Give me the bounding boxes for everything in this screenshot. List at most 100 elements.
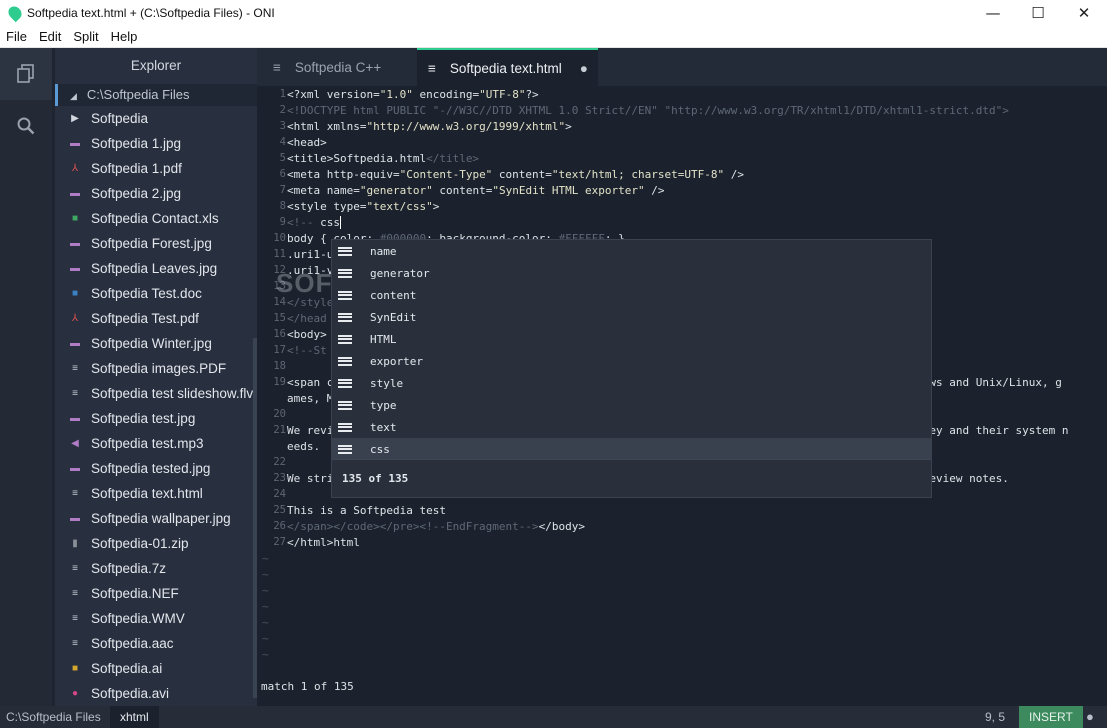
file-item[interactable]: ▬ Softpedia wallpaper.jpg bbox=[55, 506, 257, 531]
text-kind-icon bbox=[338, 378, 352, 388]
file-item[interactable]: ≡ Softpedia.WMV bbox=[55, 606, 257, 631]
completion-item[interactable]: css bbox=[332, 438, 931, 460]
illustrator-file-icon: ■ bbox=[71, 663, 79, 674]
activity-bar bbox=[0, 48, 52, 706]
title-bar: Softpedia text.html + (C:\Softpedia File… bbox=[0, 0, 1107, 26]
maximize-button[interactable]: ☐ bbox=[1015, 0, 1061, 26]
file-item[interactable]: ≡ Softpedia images.PDF bbox=[55, 356, 257, 381]
completion-item[interactable]: generator bbox=[332, 262, 931, 284]
completion-item[interactable]: exporter bbox=[332, 350, 931, 372]
text-file-icon: ≡ bbox=[72, 613, 78, 624]
code-line[interactable]: <head> bbox=[287, 136, 327, 149]
file-item[interactable]: ▬ Softpedia Leaves.jpg bbox=[55, 256, 257, 281]
status-cursor-position: 9, 5 bbox=[985, 710, 1006, 724]
text-kind-icon bbox=[338, 356, 352, 366]
file-item[interactable]: ⅄ Softpedia Test.pdf bbox=[55, 306, 257, 331]
file-item-label: Softpedia.WMV bbox=[91, 611, 185, 626]
text-file-icon: ≡ bbox=[72, 638, 78, 649]
line-number: 8 bbox=[279, 200, 286, 212]
line-number: 17 bbox=[273, 344, 286, 356]
code-line[interactable]: </head bbox=[287, 312, 327, 325]
file-item[interactable]: ◀ Softpedia test.mp3 bbox=[55, 431, 257, 456]
completion-item[interactable]: content bbox=[332, 284, 931, 306]
text-kind-icon bbox=[338, 334, 352, 344]
code-line[interactable]: <body> bbox=[287, 328, 327, 341]
file-item[interactable]: ≡ Softpedia.NEF bbox=[55, 581, 257, 606]
file-item[interactable]: ▬ Softpedia 2.jpg bbox=[55, 181, 257, 206]
file-item[interactable]: ▶ Softpedia bbox=[55, 106, 257, 131]
code-line[interactable]: <!DOCTYPE html PUBLIC "-//W3C//DTD XHTML… bbox=[287, 104, 1009, 117]
line-number: 19 bbox=[273, 376, 286, 388]
file-item-label: Softpedia 2.jpg bbox=[91, 186, 182, 201]
completion-item[interactable]: style bbox=[332, 372, 931, 394]
code-line[interactable]: eeds. bbox=[287, 440, 320, 453]
oni-logo-icon bbox=[5, 3, 25, 23]
file-icon: ≡ bbox=[428, 60, 436, 76]
file-item[interactable]: ▬ Softpedia 1.jpg bbox=[55, 131, 257, 156]
line-number: 1 bbox=[279, 88, 286, 100]
completion-item[interactable]: HTML bbox=[332, 328, 931, 350]
completion-label: exporter bbox=[370, 354, 423, 368]
status-bar: C:\Softpedia Files xhtml 9, 5 INSERT ● bbox=[0, 706, 1107, 728]
code-line[interactable]: </html>html bbox=[287, 536, 360, 549]
search-icon[interactable] bbox=[0, 100, 52, 152]
file-item[interactable]: ≡ Softpedia test slideshow.flv bbox=[55, 381, 257, 406]
file-item[interactable]: ▬ Softpedia Winter.jpg bbox=[55, 331, 257, 356]
tab-softpedia-cpp[interactable]: ≡ Softpedia C++ bbox=[257, 48, 417, 86]
empty-line-marker: ~ bbox=[262, 616, 269, 629]
text-kind-icon bbox=[338, 246, 352, 256]
completion-item[interactable]: SynEdit bbox=[332, 306, 931, 328]
files-icon[interactable] bbox=[0, 48, 52, 100]
file-item[interactable]: ⅄ Softpedia 1.pdf bbox=[55, 156, 257, 181]
file-item[interactable]: ■ Softpedia Test.doc bbox=[55, 281, 257, 306]
code-line[interactable]: <html xmlns="http://www.w3.org/1999/xhtm… bbox=[287, 120, 572, 133]
tab-softpedia-text-html[interactable]: ≡ Softpedia text.html ● bbox=[417, 48, 598, 86]
file-item[interactable]: ▮ Softpedia-01.zip bbox=[55, 531, 257, 556]
file-item[interactable]: ▬ Softpedia tested.jpg bbox=[55, 456, 257, 481]
file-item[interactable]: ≡ Softpedia text.html bbox=[55, 481, 257, 506]
code-line[interactable]: <!-- css bbox=[287, 216, 341, 229]
file-item[interactable]: ▬ Softpedia Forest.jpg bbox=[55, 231, 257, 256]
line-number: 2 bbox=[279, 104, 286, 116]
line-number: 20 bbox=[273, 408, 286, 420]
file-item[interactable]: ▬ Softpedia test.jpg bbox=[55, 406, 257, 431]
code-line[interactable]: This is a Softpedia test bbox=[287, 504, 446, 517]
file-item[interactable]: ≡ Softpedia.7z bbox=[55, 556, 257, 581]
file-item[interactable]: ● Softpedia.avi bbox=[55, 681, 257, 706]
code-line[interactable]: <style type="text/css"> bbox=[287, 200, 439, 213]
code-line[interactable]: </span></code></pre><!--EndFragment--></… bbox=[287, 520, 585, 533]
image-file-icon: ▬ bbox=[70, 188, 80, 199]
completion-item[interactable]: text bbox=[332, 416, 931, 438]
file-item[interactable]: ■ Softpedia.ai bbox=[55, 656, 257, 681]
text-kind-icon bbox=[338, 422, 352, 432]
menu-help[interactable]: Help bbox=[105, 29, 144, 44]
menu-edit[interactable]: Edit bbox=[33, 29, 67, 44]
github-icon[interactable]: ● bbox=[1086, 706, 1094, 728]
command-line[interactable]: match 1 of 135 bbox=[257, 678, 1107, 706]
pdf-file-icon: ⅄ bbox=[71, 163, 79, 174]
file-item-label: Softpedia test.mp3 bbox=[91, 436, 204, 451]
code-line[interactable]: <title>Softpedia.html</title> bbox=[287, 152, 479, 165]
close-button[interactable]: ✕ bbox=[1061, 0, 1107, 26]
code-line[interactable]: <meta name="generator" content="SynEdit … bbox=[287, 184, 665, 197]
file-item[interactable]: ≡ Softpedia.aac bbox=[55, 631, 257, 656]
word-file-icon: ■ bbox=[71, 288, 79, 299]
code-line[interactable]: <!--St bbox=[287, 344, 327, 357]
line-number: 18 bbox=[273, 360, 286, 372]
completion-item[interactable]: name bbox=[332, 240, 931, 262]
code-line[interactable]: .uri1-u bbox=[287, 248, 333, 261]
code-line[interactable]: ames, M bbox=[287, 392, 333, 405]
file-item[interactable]: ■ Softpedia Contact.xls bbox=[55, 206, 257, 231]
line-number: 23 bbox=[273, 472, 286, 484]
file-item-label: Softpedia Winter.jpg bbox=[91, 336, 212, 351]
line-number: 7 bbox=[279, 184, 286, 196]
empty-line-marker: ~ bbox=[262, 632, 269, 645]
completion-item[interactable]: type bbox=[332, 394, 931, 416]
code-line[interactable]: <meta http-equiv="Content-Type" content=… bbox=[287, 168, 744, 181]
code-line[interactable]: <?xml version="1.0" encoding="UTF-8"?> bbox=[287, 88, 539, 101]
minimize-button[interactable]: — bbox=[970, 0, 1016, 26]
empty-line-marker: ~ bbox=[262, 648, 269, 661]
explorer-root-folder[interactable]: ◢ C:\Softpedia Files bbox=[55, 84, 257, 106]
menu-split[interactable]: Split bbox=[67, 29, 104, 44]
menu-file[interactable]: File bbox=[0, 29, 33, 44]
